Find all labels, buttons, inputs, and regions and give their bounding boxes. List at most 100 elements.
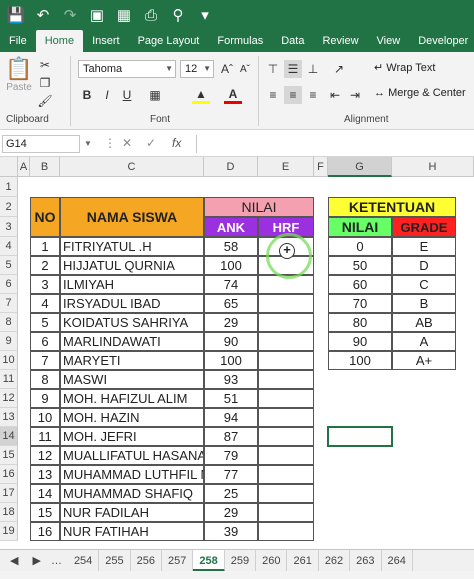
student-hrf-cell[interactable] <box>258 332 314 351</box>
more-sheets-icon[interactable]: … <box>45 550 68 572</box>
save-icon[interactable]: 💾 <box>5 4 27 26</box>
student-ank-cell[interactable]: 51 <box>204 389 258 408</box>
ketentuan-nilai-cell[interactable]: 50 <box>328 256 392 275</box>
student-name-cell[interactable]: IRSYADUL IBAD <box>60 294 204 313</box>
student-no-cell[interactable]: 5 <box>30 313 60 332</box>
fill-color-icon[interactable]: ▲ <box>192 86 210 104</box>
cancel-icon[interactable]: ✕ <box>122 136 132 150</box>
name-box[interactable]: G14 <box>2 135 80 153</box>
student-name-cell[interactable]: MOH. HAZIN <box>60 408 204 427</box>
student-ank-cell[interactable]: 79 <box>204 446 258 465</box>
ketentuan-grade-cell[interactable]: A <box>392 332 456 351</box>
row-header-14[interactable]: 14 <box>0 427 18 446</box>
align-middle-icon[interactable]: ☰ <box>284 60 302 78</box>
student-name-cell[interactable]: MOH. HAFIZUL ALIM <box>60 389 204 408</box>
sheet-tab-262[interactable]: 262 <box>319 549 351 572</box>
row-header-9[interactable]: 9 <box>0 332 18 351</box>
column-header-d[interactable]: D <box>204 157 258 177</box>
align-right-icon[interactable]: ≡ <box>304 86 322 104</box>
scroll-left-icon[interactable]: ◀ <box>0 550 28 572</box>
merge-center-button[interactable]: ↔ Merge & Center <box>374 87 466 99</box>
student-ank-cell[interactable]: 29 <box>204 313 258 332</box>
student-no-cell[interactable]: 15 <box>30 503 60 522</box>
student-ank-cell[interactable]: 58 <box>204 237 258 256</box>
student-no-cell[interactable]: 3 <box>30 275 60 294</box>
row-header-18[interactable]: 18 <box>0 503 18 522</box>
student-ank-cell[interactable]: 100 <box>204 256 258 275</box>
font-name-combo[interactable]: Tahoma ▼ <box>78 60 176 78</box>
student-hrf-cell[interactable] <box>258 313 314 332</box>
sheet-tab-259[interactable]: 259 <box>225 549 257 572</box>
column-header-h[interactable]: H <box>392 157 474 177</box>
student-name-cell[interactable]: NUR FADILAH <box>60 503 204 522</box>
row-header-19[interactable]: 19 <box>0 522 18 541</box>
student-name-cell[interactable]: NUR FATIHAH <box>60 522 204 541</box>
ketentuan-grade-header[interactable]: GRADE <box>392 217 456 237</box>
student-no-cell[interactable]: 2 <box>30 256 60 275</box>
student-ank-cell[interactable]: 93 <box>204 370 258 389</box>
student-name-cell[interactable]: MARLINDAWATI <box>60 332 204 351</box>
paste-button[interactable]: 📋 Paste <box>4 56 34 106</box>
chevron-down-icon[interactable]: ▼ <box>84 139 92 148</box>
row-header-8[interactable]: 8 <box>0 313 18 332</box>
align-center-icon[interactable]: ≡ <box>284 86 302 104</box>
sheet-tab-254[interactable]: 254 <box>68 549 100 572</box>
student-no-cell[interactable]: 12 <box>30 446 60 465</box>
student-hrf-cell[interactable] <box>258 446 314 465</box>
student-no-cell[interactable]: 9 <box>30 389 60 408</box>
formula-input[interactable] <box>196 135 472 153</box>
selected-cell-g14[interactable] <box>327 426 393 447</box>
tab-page-layout[interactable]: Page Layout <box>129 30 209 52</box>
student-ank-cell[interactable]: 25 <box>204 484 258 503</box>
student-no-cell[interactable]: 1 <box>30 237 60 256</box>
student-no-cell[interactable]: 13 <box>30 465 60 484</box>
decrease-indent-icon[interactable]: ⇤ <box>326 86 344 104</box>
student-hrf-cell[interactable] <box>258 389 314 408</box>
student-name-cell[interactable]: MUHAMMAD LUTHFIL M <box>60 465 204 484</box>
tab-developer[interactable]: Developer <box>409 30 474 52</box>
student-ank-cell[interactable]: 65 <box>204 294 258 313</box>
student-ank-cell[interactable]: 90 <box>204 332 258 351</box>
student-hrf-cell[interactable] <box>258 465 314 484</box>
ketentuan-grade-cell[interactable]: D <box>392 256 456 275</box>
sheet-tab-260[interactable]: 260 <box>256 549 288 572</box>
row-header-2[interactable]: 2 <box>0 197 18 217</box>
row-header-11[interactable]: 11 <box>0 370 18 389</box>
tab-insert[interactable]: Insert <box>83 30 129 52</box>
ketentuan-grade-cell[interactable]: B <box>392 294 456 313</box>
student-no-cell[interactable]: 4 <box>30 294 60 313</box>
student-ank-cell[interactable]: 94 <box>204 408 258 427</box>
student-name-cell[interactable]: KOIDATUS SAHRIYA <box>60 313 204 332</box>
select-all-corner[interactable] <box>0 157 18 177</box>
column-header-g[interactable]: G <box>328 157 392 177</box>
ketentuan-header[interactable]: KETENTUAN <box>328 197 456 217</box>
student-no-cell[interactable]: 11 <box>30 427 60 446</box>
ketentuan-nilai-cell[interactable]: 100 <box>328 351 392 370</box>
tab-data[interactable]: Data <box>272 30 313 52</box>
student-hrf-cell[interactable] <box>258 370 314 389</box>
row-header-12[interactable]: 12 <box>0 389 18 408</box>
underline-button[interactable]: U <box>118 86 136 104</box>
column-header-e[interactable]: E <box>258 157 314 177</box>
tab-formulas[interactable]: Formulas <box>208 30 272 52</box>
student-name-cell[interactable]: ILMIYAH <box>60 275 204 294</box>
table-icon[interactable]: ▦ <box>113 4 135 26</box>
camera-icon[interactable]: ▣ <box>86 4 108 26</box>
student-name-cell[interactable]: MOH. JEFRI <box>60 427 204 446</box>
sheet-tab-261[interactable]: 261 <box>287 549 319 572</box>
enter-icon[interactable]: ✓ <box>146 136 156 150</box>
ketentuan-nilai-cell[interactable]: 0 <box>328 237 392 256</box>
student-hrf-cell[interactable] <box>258 522 314 541</box>
sheet-tab-264[interactable]: 264 <box>382 549 413 572</box>
row-header-1[interactable]: 1 <box>0 177 18 197</box>
sheet-tab-255[interactable]: 255 <box>99 549 131 572</box>
column-header-f[interactable]: F <box>314 157 328 177</box>
ketentuan-nilai-cell[interactable]: 80 <box>328 313 392 332</box>
ketentuan-nilai-cell[interactable]: 90 <box>328 332 392 351</box>
ketentuan-grade-cell[interactable]: A+ <box>392 351 456 370</box>
cut-icon[interactable]: ✂ <box>36 56 54 74</box>
increase-font-icon[interactable]: Aˆ <box>218 60 236 78</box>
italic-button[interactable]: I <box>98 86 116 104</box>
row-header-17[interactable]: 17 <box>0 484 18 503</box>
copy-icon[interactable]: ❐ <box>36 74 54 92</box>
